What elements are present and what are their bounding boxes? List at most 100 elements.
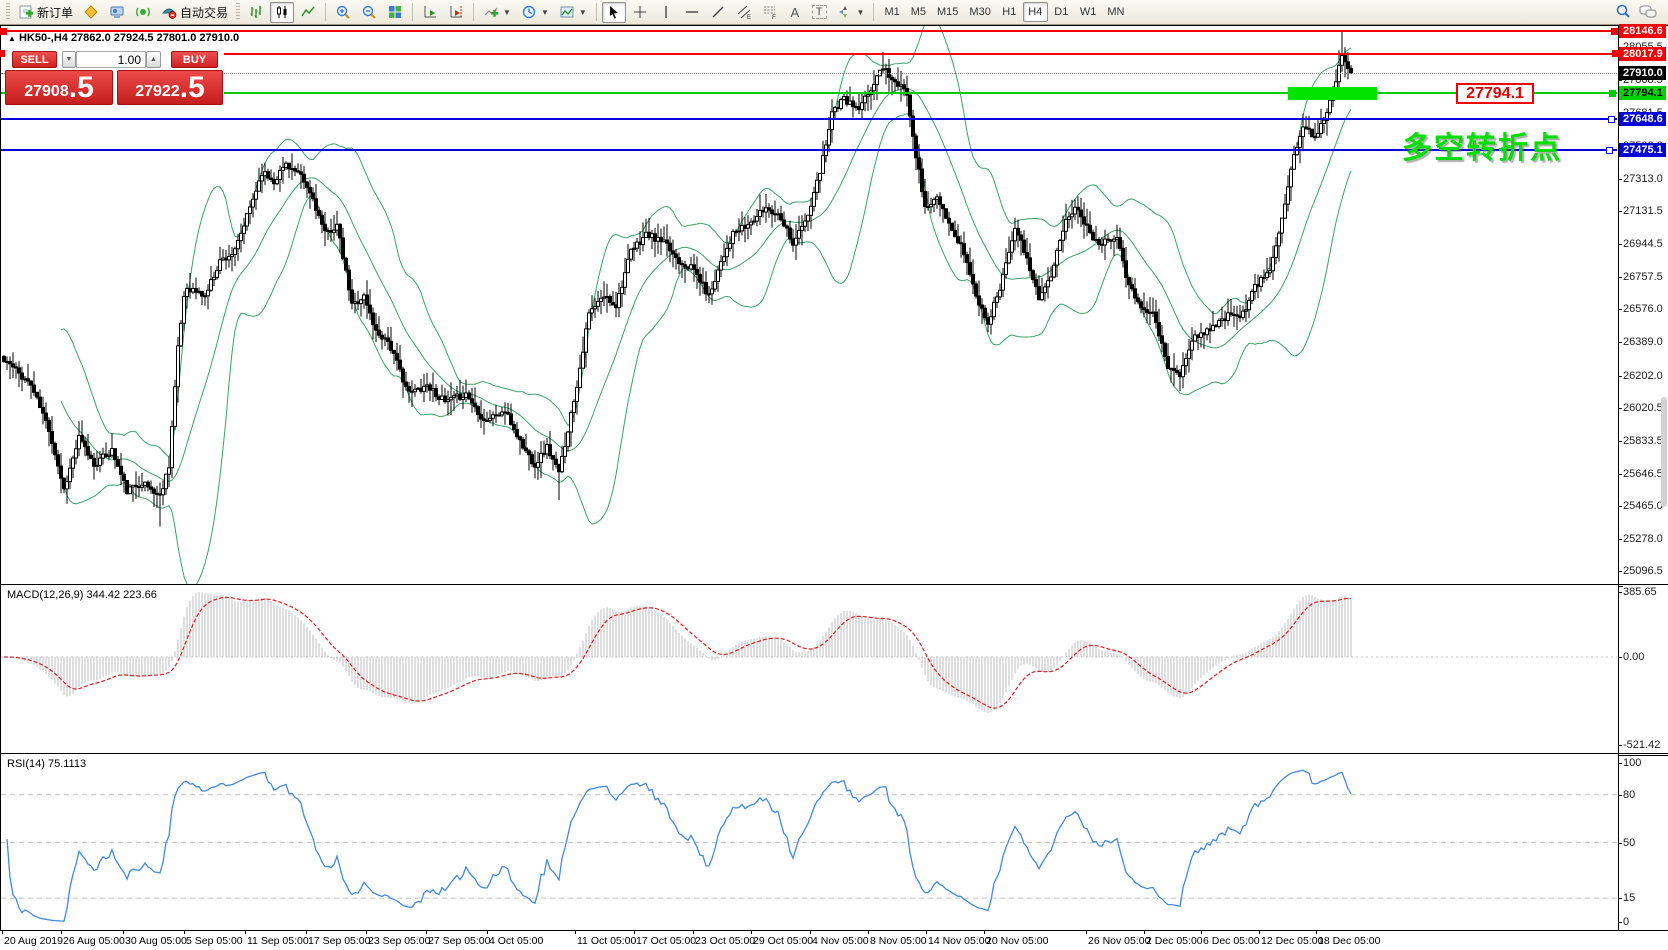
rsi-axis-label: 100 [1623, 756, 1668, 770]
buy-button[interactable]: BUY [171, 51, 218, 68]
price-tag-label[interactable]: 27794.1 [1456, 83, 1534, 104]
price-axis-tick [1618, 179, 1622, 180]
line-handle[interactable] [1608, 116, 1615, 123]
chevron-down-icon[interactable]: ▼ [541, 8, 549, 17]
fibonacci-tool-button[interactable]: F [758, 2, 782, 23]
time-axis-tick [1316, 931, 1317, 934]
auto-trading-label: 自动交易 [180, 4, 228, 21]
timeframe-button-mn[interactable]: MN [1102, 2, 1129, 22]
sell-price-button[interactable]: 27908 .5 [5, 70, 113, 105]
line-handle[interactable] [1609, 90, 1616, 97]
time-axis-tick [123, 931, 124, 934]
price-axis-tick [1618, 657, 1622, 658]
line-handle[interactable] [1606, 147, 1613, 154]
timeframe-button-d1[interactable]: D1 [1049, 2, 1074, 22]
tile-windows-button[interactable] [383, 2, 407, 23]
time-axis-tick [1144, 931, 1145, 934]
timeframe-button-h1[interactable]: H1 [997, 2, 1022, 22]
volume-decrease-button[interactable]: ▼ [62, 51, 76, 68]
price-level-label: 28017.9 [1619, 47, 1666, 61]
time-axis-tick [693, 931, 694, 934]
annotation-text[interactable]: 多空转折点 [1402, 123, 1562, 167]
sell-button[interactable]: SELL [12, 51, 57, 68]
line-handle[interactable] [0, 28, 7, 35]
volume-input[interactable] [76, 51, 146, 68]
time-axis-label: 30 Aug 05:00 [125, 935, 187, 947]
terminal-button[interactable] [105, 2, 129, 23]
line-handle[interactable] [1611, 28, 1618, 35]
auto-trading-button[interactable]: 自动交易 [157, 2, 232, 23]
chart-shift-button[interactable] [444, 2, 468, 23]
crosshair-tool-button[interactable] [628, 2, 652, 23]
main-chart-pane[interactable] [1, 26, 1618, 584]
price-axis-tick [1618, 922, 1622, 923]
time-axis-label: 11 Oct 05:00 [577, 935, 636, 947]
indicators-button[interactable]: ▼ [479, 2, 515, 23]
time-axis-tick [1086, 931, 1087, 934]
timeframe-button-m30[interactable]: M30 [964, 2, 995, 22]
horizontal-line-tool-button[interactable] [680, 2, 704, 23]
macd-pane[interactable] [1, 586, 1618, 753]
periods-button[interactable]: ▼ [517, 2, 553, 23]
time-axis-tick [2, 931, 3, 934]
auto-trading-icon [161, 4, 177, 20]
price-axis-tick [1618, 277, 1622, 278]
zoom-out-button[interactable] [357, 2, 381, 23]
arrow-shapes-icon [837, 4, 853, 20]
vertical-scrollbar-thumb[interactable] [1661, 397, 1667, 507]
new-order-button[interactable]: 新订单 [14, 2, 77, 23]
text-label-tool-button[interactable]: T [808, 2, 831, 23]
horizontal-line-27910.0[interactable] [1, 73, 1617, 74]
auto-scroll-button[interactable] [418, 2, 442, 23]
chevron-down-icon[interactable]: ▼ [857, 8, 865, 17]
timeframe-button-m5[interactable]: M5 [906, 2, 931, 22]
price-axis-label: 25096.5 [1623, 564, 1668, 578]
zoom-in-button[interactable] [331, 2, 355, 23]
timeframe-button-w1[interactable]: W1 [1075, 2, 1102, 22]
time-axis-tick [366, 931, 367, 934]
horizontal-line-27648.6[interactable] [1, 118, 1617, 120]
horizontal-line-28017.9[interactable] [1, 53, 1617, 55]
rsi-pane[interactable] [1, 755, 1618, 930]
time-axis-label: 26 Nov 05:00 [1088, 935, 1150, 947]
metaeditor-button[interactable] [79, 2, 103, 23]
chevron-down-icon[interactable]: ▼ [579, 8, 587, 17]
line-handle[interactable] [1612, 50, 1619, 57]
text-tool-button[interactable]: A [784, 2, 806, 23]
arrows-tool-button[interactable]: ▼ [833, 2, 869, 23]
time-axis[interactable]: 20 Aug 201926 Aug 05:0030 Aug 05:005 Sep… [0, 931, 1668, 950]
price-level-label: 27794.1 [1619, 86, 1666, 100]
time-axis-label: 27 Sep 05:00 [428, 935, 490, 947]
horizontal-line-27475.1[interactable] [1, 149, 1617, 151]
volume-increase-button[interactable]: ▲ [146, 51, 161, 68]
collapse-arrow-icon[interactable]: ▲ [8, 34, 16, 43]
candlestick-chart-button[interactable] [270, 2, 294, 23]
timeframe-button-m1[interactable]: M1 [879, 2, 904, 22]
cursor-tool-button[interactable] [602, 2, 626, 23]
new-order-icon [18, 4, 34, 20]
toolbar-grip[interactable] [6, 3, 10, 21]
vertical-line-tool-button[interactable] [654, 2, 678, 23]
price-level-label: 28146.6 [1619, 24, 1666, 38]
timeframe-button-h4[interactable]: H4 [1023, 2, 1048, 22]
timeframe-button-m15[interactable]: M15 [932, 2, 963, 22]
trendline-tool-button[interactable] [706, 2, 730, 23]
channel-tool-button[interactable]: E [732, 2, 756, 23]
toolbar-grip[interactable] [236, 3, 240, 21]
templates-button[interactable]: ▼ [555, 2, 591, 23]
line-chart-button[interactable] [296, 2, 320, 23]
chat-icon[interactable] [1638, 3, 1658, 21]
price-level-label: 27475.1 [1619, 143, 1666, 157]
time-axis-label: 6 Dec 05:00 [1203, 935, 1260, 947]
search-icon[interactable] [1614, 3, 1632, 21]
horizontal-line-28146.6[interactable] [1, 30, 1617, 32]
highlight-rectangle[interactable] [1288, 87, 1377, 100]
buy-price-button[interactable]: 27922 .5 [117, 70, 223, 105]
time-axis-tick [1259, 931, 1260, 934]
time-axis-label: 18 Dec 05:00 [1318, 935, 1380, 947]
signals-button[interactable] [131, 2, 155, 23]
vertical-line-icon [658, 4, 674, 20]
bar-chart-button[interactable] [244, 2, 268, 23]
chevron-down-icon[interactable]: ▼ [503, 8, 511, 17]
main-toolbar: 新订单 自动交易 ▼ ▼ [0, 0, 1668, 25]
